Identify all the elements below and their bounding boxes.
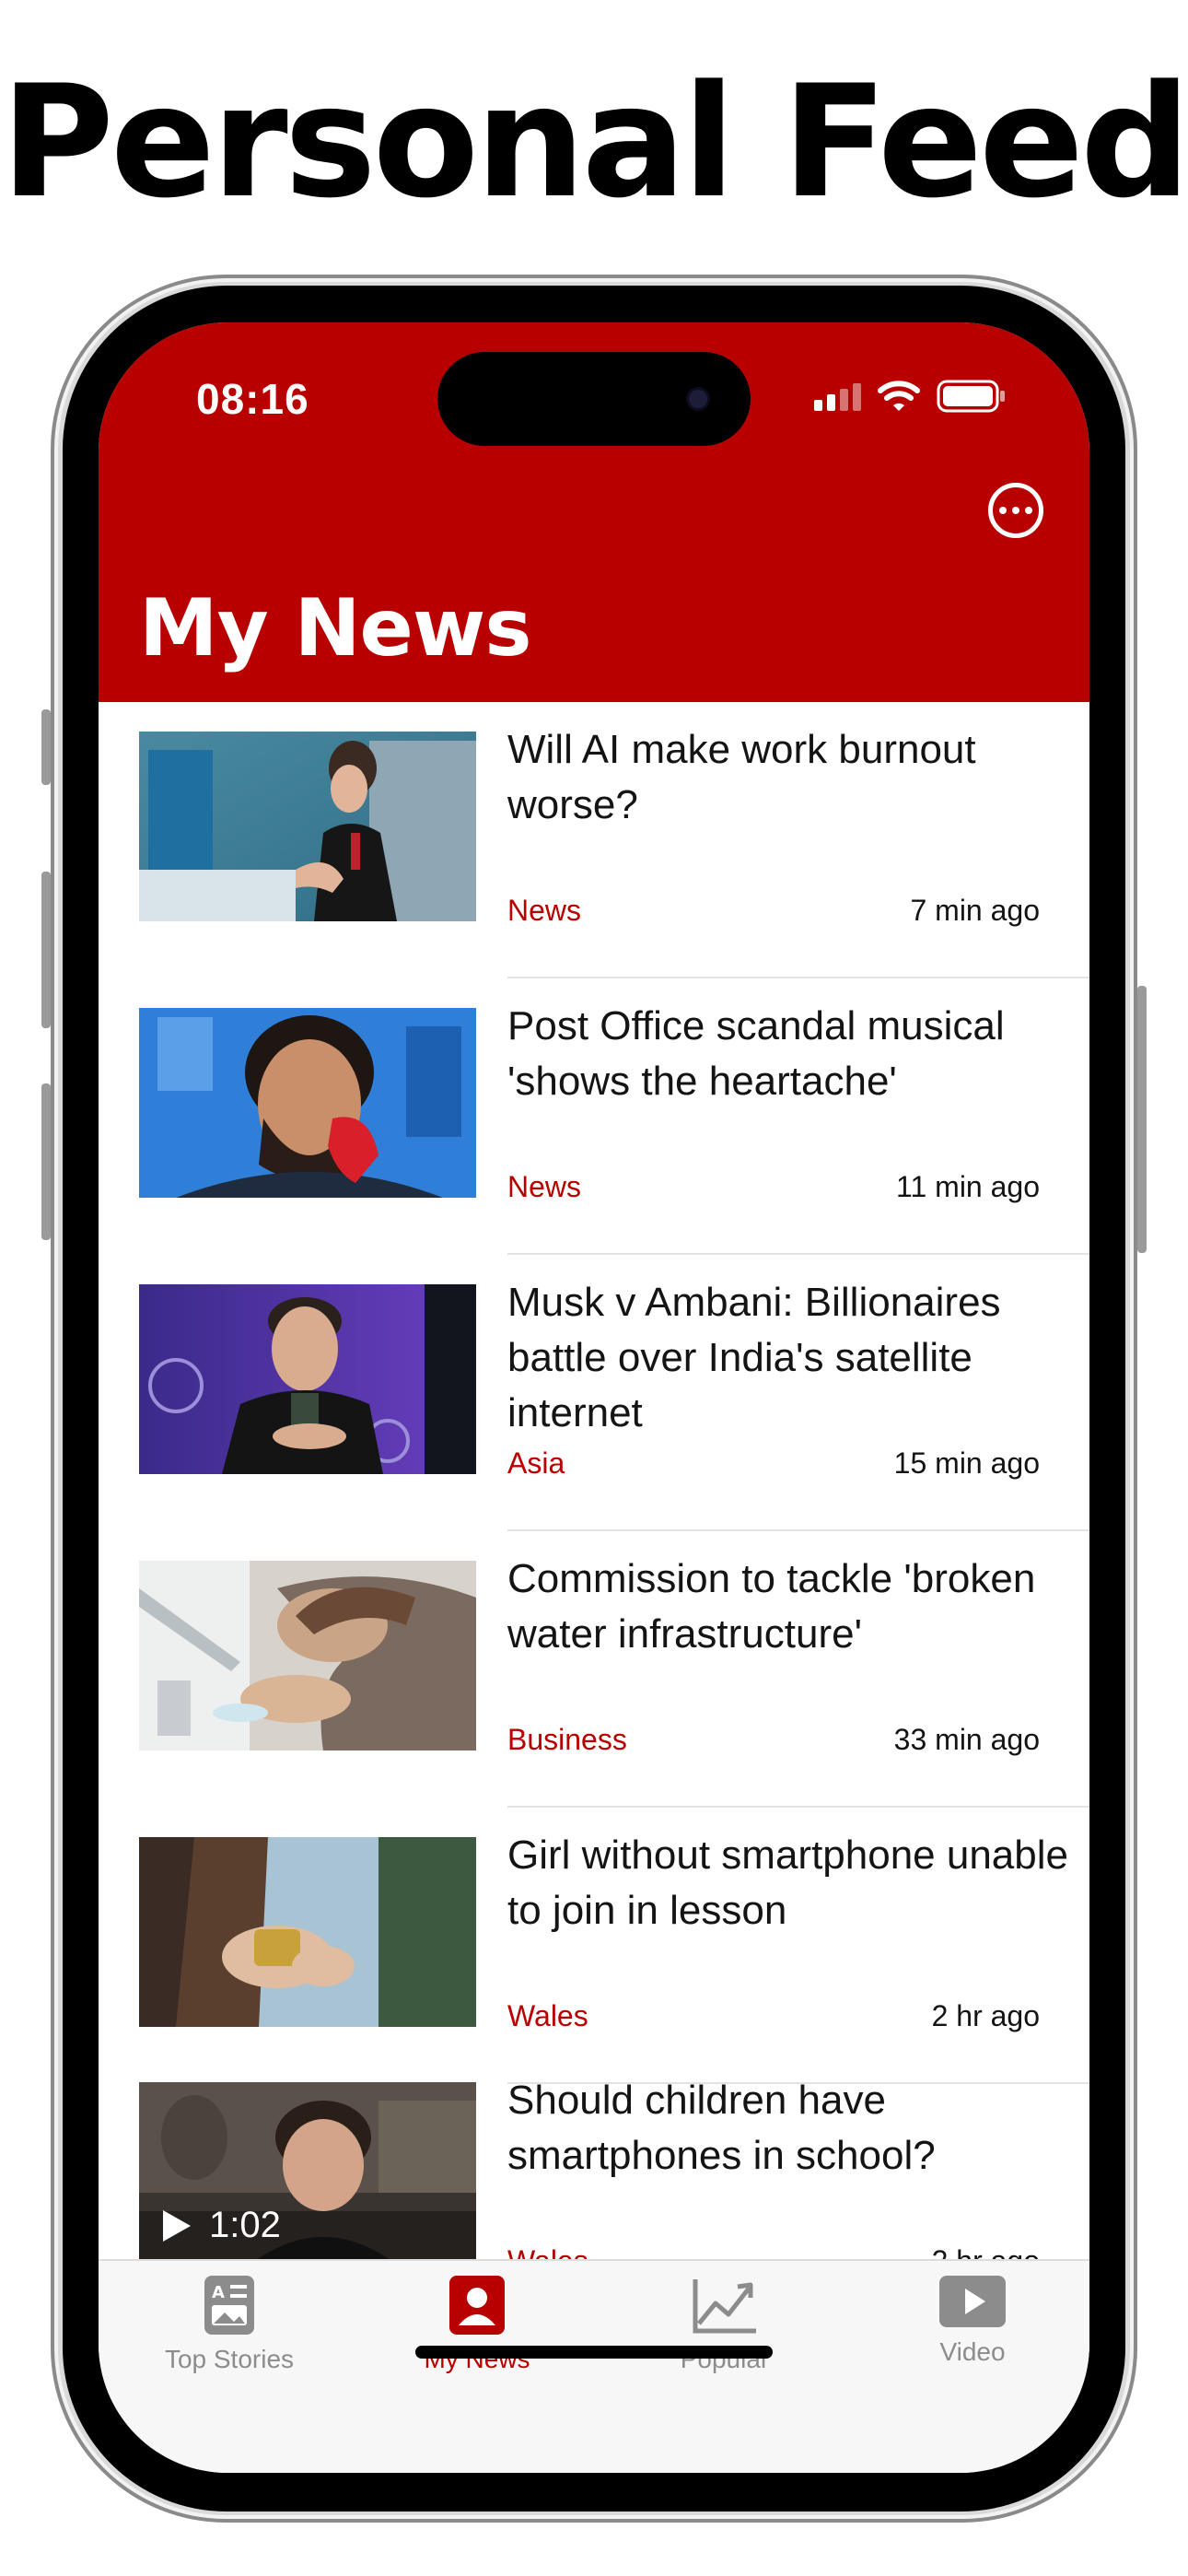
more-options-button[interactable] [988,483,1043,538]
article-time: 15 min ago [893,1446,1040,1480]
article-section[interactable]: Wales [507,1999,588,2033]
article-title: Commission to tackle 'broken water infra… [507,1556,1036,1657]
svg-text:A: A [212,2283,225,2302]
article-thumbnail: 1:02 [139,2082,476,2272]
page-title: My News [139,582,532,674]
play-icon [939,2276,1006,2327]
app-screen: 08:16 My News Will AI make work burnout … [99,322,1089,2473]
article-title: Post Office scandal musical 'shows the h… [507,1003,1005,1104]
article-title: Girl without smartphone unable to join i… [507,1832,1068,1933]
trending-chart-icon [693,2279,756,2334]
video-duration: 1:02 [209,2205,281,2245]
person-icon [449,2276,505,2335]
article-title: Will AI make work burnout worse? [507,727,976,827]
wifi-icon [878,381,920,411]
dynamic-island [437,352,751,446]
article-section[interactable]: News [507,1170,581,1204]
newspaper-icon: A [204,2276,254,2335]
dot [999,507,1007,514]
status-icons [814,378,1007,415]
article-time: 33 min ago [893,1723,1040,1756]
dot [1025,507,1032,514]
tab-bar: A Top Stories My News Popular Video [99,2259,1089,2473]
promo-headline: Personal Feed [0,52,1188,232]
article-thumbnail [139,1837,476,2027]
article-item[interactable]: Girl without smartphone unable to join i… [99,1808,1089,2084]
camera-icon [686,387,710,411]
article-section[interactable]: Business [507,1723,627,1757]
dot [1012,507,1019,514]
cellular-signal-icon [814,381,861,411]
article-section[interactable]: Asia [507,1446,565,1481]
volume-down-button [41,1083,51,1240]
home-indicator[interactable] [415,2346,773,2359]
article-title: Musk v Ambani: Billionaires battle over … [507,1280,1001,1435]
article-time: 11 min ago [896,1170,1040,1203]
article-thumbnail [139,1561,476,1751]
article-thumbnail [139,1008,476,1198]
tab-my-news[interactable]: My News [357,2276,597,2374]
tab-label: Video [939,2337,1006,2366]
article-thumbnail [139,1284,476,1474]
tab-video[interactable]: Video [853,2276,1089,2367]
side-button [1137,986,1147,1253]
play-icon [163,2209,191,2242]
app-header: 08:16 My News [99,322,1089,702]
article-time: 2 hr ago [931,1999,1040,2032]
volume-up-button [41,872,51,1028]
action-button [41,709,51,785]
article-item[interactable]: Post Office scandal musical 'shows the h… [99,978,1089,1255]
article-time: 7 min ago [910,894,1040,927]
video-duration-badge: 1:02 [161,2205,281,2246]
battery-icon [937,380,1005,413]
article-title: Should children have smartphones in scho… [507,2078,936,2178]
status-time: 08:16 [196,375,309,423]
tab-popular[interactable]: Popular [605,2276,844,2374]
tab-top-stories[interactable]: A Top Stories [110,2276,349,2374]
article-item[interactable]: Will AI make work burnout worse? News 7 … [99,702,1089,978]
article-item[interactable]: Commission to tackle 'broken water infra… [99,1531,1089,1808]
article-item[interactable]: Musk v Ambani: Billionaires battle over … [99,1255,1089,1531]
article-section[interactable]: News [507,894,581,928]
article-thumbnail [139,732,476,921]
tab-label: Top Stories [164,2345,295,2373]
